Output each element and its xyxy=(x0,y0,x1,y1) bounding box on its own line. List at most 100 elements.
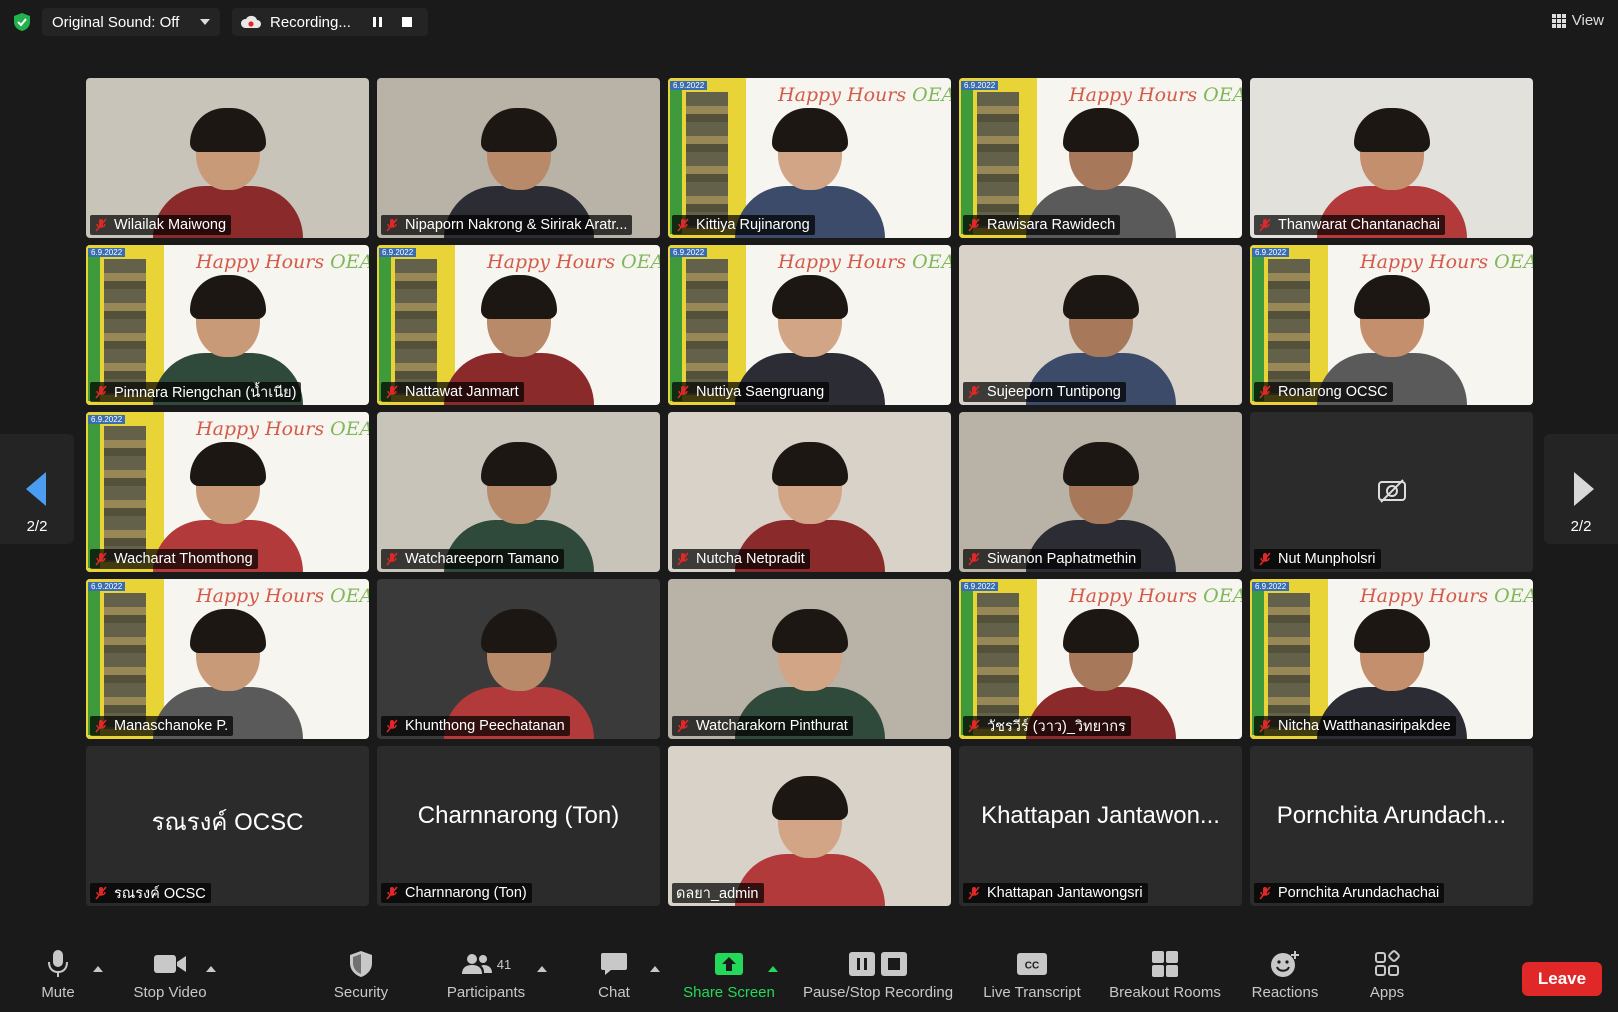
video-tile[interactable]: Nipaporn Nakrong & Sirirak Aratr... xyxy=(377,78,660,238)
smiley-plus-icon xyxy=(1271,951,1299,977)
video-tile[interactable]: Siwanon Paphatmethin xyxy=(959,412,1242,572)
share-screen-button[interactable]: Share Screen xyxy=(680,944,778,1012)
backdrop-org-text: OEA xyxy=(1494,585,1533,607)
participant-display-name: Pornchita Arundach... xyxy=(1276,802,1507,829)
share-screen-label: Share Screen xyxy=(683,984,775,1001)
backdrop-banner: Happy Hours OEA xyxy=(196,418,369,440)
original-sound-label: Original Sound: Off xyxy=(52,13,180,31)
video-tile[interactable]: 6.9.2022 Happy Hours OEA Wacharat Thomthon… xyxy=(86,412,369,572)
muted-microphone-icon xyxy=(95,552,107,566)
participant-name: ดลยา_admin xyxy=(676,885,759,902)
video-tile[interactable]: Charnnarong (Ton) Charnnarong (Ton) xyxy=(377,746,660,906)
view-button[interactable]: View xyxy=(1551,12,1604,29)
video-tile[interactable]: 6.9.2022 Happy Hours OEA Ronarong OCSC xyxy=(1250,245,1533,405)
video-tile[interactable]: Sujeeporn Tuntipong xyxy=(959,245,1242,405)
participant-name-label: ดลยา_admin xyxy=(672,883,764,903)
video-tile[interactable]: 6.9.2022 Happy Hours OEA Manaschanoke P. xyxy=(86,579,369,739)
video-tile[interactable]: ดลยา_admin xyxy=(668,746,951,906)
participant-name-label: Nipaporn Nakrong & Sirirak Aratr... xyxy=(381,215,633,235)
video-options-chevron-icon[interactable] xyxy=(206,966,216,972)
apps-icon xyxy=(1375,950,1400,976)
video-tile[interactable]: Khattapan Jantawon... Khattapan Jantawong… xyxy=(959,746,1242,906)
video-tile[interactable]: Wilailak Maiwong xyxy=(86,78,369,238)
cloud-recording-icon xyxy=(240,15,261,28)
backdrop-org-text: OEA xyxy=(912,251,951,273)
participant-name-label: Rawisara Rawidech xyxy=(963,215,1121,235)
participant-name: Sujeeporn Tuntipong xyxy=(987,384,1121,400)
security-button[interactable]: Security xyxy=(326,944,396,1012)
video-tile[interactable]: Khunthong Peechatanan xyxy=(377,579,660,739)
stop-video-button[interactable]: Stop Video xyxy=(124,944,216,1012)
security-shield-icon[interactable] xyxy=(12,12,32,32)
chat-label: Chat xyxy=(598,984,630,1001)
video-tile[interactable]: 6.9.2022 Happy Hours OEA Nuttiya Saengruan… xyxy=(668,245,951,405)
backdrop-date: 6.9.2022 xyxy=(961,81,999,90)
video-tile[interactable]: Watchareeporn Tamano xyxy=(377,412,660,572)
video-tile[interactable]: Pornchita Arundach... Pornchita Arundacha… xyxy=(1250,746,1533,906)
muted-microphone-icon xyxy=(386,552,398,566)
stop-recording-icon[interactable] xyxy=(401,17,412,27)
muted-microphone-icon xyxy=(968,218,980,232)
pause-stop-recording-button[interactable]: Pause/Stop Recording xyxy=(798,944,958,1012)
live-transcript-button[interactable]: CC Live Transcript xyxy=(976,944,1088,1012)
grid-view-icon xyxy=(1551,13,1566,28)
participant-name: Nipaporn Nakrong & Sirirak Aratr... xyxy=(405,217,628,233)
video-tile[interactable]: 6.9.2022 Happy Hours OEA Rawisara Rawidech xyxy=(959,78,1242,238)
participant-name: Khattapan Jantawongsri xyxy=(987,885,1143,901)
video-tile[interactable]: Nutcha Netpradit xyxy=(668,412,951,572)
backdrop-org-text: OEA xyxy=(912,84,951,106)
participant-name: Pornchita Arundachachai xyxy=(1278,885,1440,901)
backdrop-date: 6.9.2022 xyxy=(1252,248,1290,257)
backdrop-banner: Happy Hours OEA xyxy=(778,84,951,106)
video-tile[interactable]: 6.9.2022 Happy Hours OEA Pimnara Riengchan… xyxy=(86,245,369,405)
backdrop-date: 6.9.2022 xyxy=(670,248,708,257)
muted-microphone-icon xyxy=(677,719,689,733)
pause-recording-icon[interactable] xyxy=(372,17,382,27)
participant-name: Wacharat Thomthong xyxy=(114,551,253,567)
video-off-icon xyxy=(1377,479,1406,503)
pause-stop-recording-label: Pause/Stop Recording xyxy=(802,984,954,1001)
participant-name-label: Pornchita Arundachachai xyxy=(1254,883,1445,903)
video-tile[interactable]: 6.9.2022 Happy Hours OEA Kittiya Rujinaron… xyxy=(668,78,951,238)
muted-microphone-icon xyxy=(1259,385,1271,399)
backdrop-banner: Happy Hours OEA xyxy=(1069,585,1242,607)
backdrop-org-text: OEA xyxy=(621,251,660,273)
chat-options-chevron-icon[interactable] xyxy=(650,966,660,972)
muted-microphone-icon xyxy=(677,552,689,566)
leave-button[interactable]: Leave xyxy=(1522,962,1602,996)
video-tile[interactable]: 6.9.2022 Happy Hours OEA Nattawat Janmart xyxy=(377,245,660,405)
chevron-down-icon[interactable] xyxy=(200,19,210,25)
participant-name-label: Watcharakorn Pinthurat xyxy=(672,716,853,736)
audio-options-chevron-icon[interactable] xyxy=(93,966,103,972)
participant-name-label: Nut Munpholsri xyxy=(1254,549,1381,569)
chat-button[interactable]: Chat xyxy=(590,944,638,1012)
previous-page-button[interactable]: 2/2 xyxy=(0,434,74,544)
video-tile[interactable]: Nut Munpholsri xyxy=(1250,412,1533,572)
muted-microphone-icon xyxy=(968,385,980,399)
share-options-chevron-icon[interactable] xyxy=(768,966,778,972)
video-tile[interactable]: รณรงค์ OCSC รณรงค์ OCSC xyxy=(86,746,369,906)
apps-button[interactable]: Apps xyxy=(1362,944,1412,1012)
muted-microphone-icon xyxy=(95,218,107,232)
original-sound-button[interactable]: Original Sound: Off xyxy=(42,8,220,36)
video-tile[interactable]: Watcharakorn Pinthurat xyxy=(668,579,951,739)
backdrop-banner: Happy Hours OEA xyxy=(196,251,369,273)
recording-indicator: Recording... xyxy=(232,8,428,36)
backdrop-date: 6.9.2022 xyxy=(961,582,999,591)
video-tile[interactable]: 6.9.2022 Happy Hours OEA วัชรวีร์ (วาว)_วิ… xyxy=(959,579,1242,739)
reactions-button[interactable]: Reactions xyxy=(1246,944,1324,1012)
participants-button[interactable]: 41 Participants xyxy=(438,944,534,1012)
muted-microphone-icon xyxy=(386,385,398,399)
next-page-button[interactable]: 2/2 xyxy=(1544,434,1618,544)
participant-name-label: Ronarong OCSC xyxy=(1254,382,1393,402)
video-gallery: Wilailak Maiwong Nipaporn Nakrong & Sirir… xyxy=(86,78,1533,906)
participants-options-chevron-icon[interactable] xyxy=(537,966,547,972)
video-tile[interactable]: 6.9.2022 Happy Hours OEA Nitcha Watthanasi… xyxy=(1250,579,1533,739)
stop-video-label: Stop Video xyxy=(133,984,207,1001)
participants-icon xyxy=(461,954,492,974)
muted-microphone-icon xyxy=(1259,218,1271,232)
breakout-rooms-button[interactable]: Breakout Rooms xyxy=(1104,944,1226,1012)
mute-button[interactable]: Mute xyxy=(30,944,86,1012)
participant-name: วัชรวีร์ (วาว)_วิทยากร xyxy=(987,718,1126,735)
video-tile[interactable]: Thanwarat Chantanachai xyxy=(1250,78,1533,238)
